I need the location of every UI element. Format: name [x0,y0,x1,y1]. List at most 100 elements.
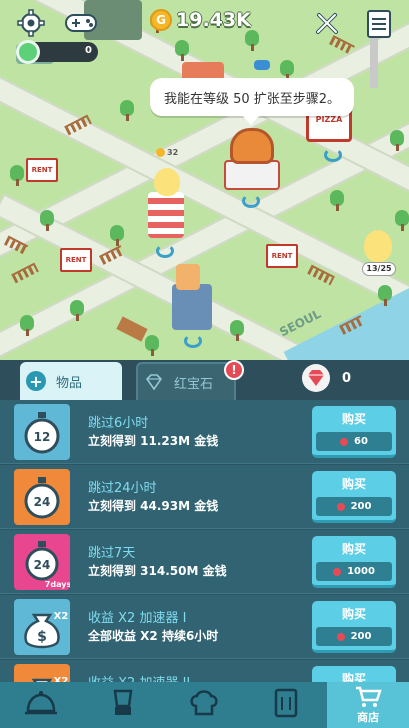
buy-label: 购买 [341,607,366,621]
coin-icon [156,148,165,157]
gamepad-icon[interactable] [64,8,98,38]
level-icon [16,40,40,64]
item-desc: 立刻得到 11.23M 金钱 [88,434,219,448]
price-tag: 1000 [316,562,392,581]
item-desc: 立刻得到 314.50M 金钱 [88,564,227,578]
list-item: 24 跳过24小时 立刻得到 44.93M 金钱 购买 200 [0,465,409,529]
game-screen: RENT RENT RENT PIZZA 32 SEOUL 我能在等级 50 扩… [0,0,409,728]
svg-text:$: $ [37,629,47,645]
rent-sign[interactable]: RENT [266,244,298,268]
level-bar[interactable]: 0 [16,40,98,64]
price-value: 200 [350,631,372,642]
tree [20,315,34,337]
hint-bubble: 我能在等级 50 扩张至步骤2。 [150,78,354,125]
svg-text:12: 12 [34,430,51,444]
money-bag-x2-icon: $ X2 [14,599,70,655]
gear-icon[interactable] [16,8,46,38]
tab-gems-label: 红宝石 [174,376,214,392]
robot-restaurant[interactable] [172,284,212,330]
price-value: 60 [354,436,368,447]
buy-button[interactable]: 购买 1000 [312,536,396,588]
coin-indicator[interactable]: 32 [156,148,178,157]
chick-icon [364,230,392,262]
nav-restaurant[interactable] [0,682,82,728]
upgrade-ring[interactable] [324,148,342,162]
price-value: 1000 [347,566,375,577]
fence [11,262,39,284]
gem-count: 0 [342,370,352,386]
nav-shop[interactable]: 商店 [327,682,409,728]
ruby-icon [302,364,330,392]
stopwatch-7days-icon: 24 7days [14,534,70,590]
car [254,60,270,70]
stopwatch-24-icon: 24 [14,469,70,525]
tree [390,130,404,152]
tab-gems[interactable]: 红宝石 [136,362,236,400]
tree [10,165,24,187]
tree [330,190,344,212]
tab-items[interactable]: + 物品 [20,362,122,400]
tree [110,225,124,247]
item-title: 跳过24小时 [88,481,157,496]
tree [70,300,84,322]
coin-balance: 19.43K [176,9,251,31]
svg-text:X2: X2 [54,611,69,622]
rent-sign[interactable]: RENT [26,158,58,182]
nav-chef[interactable] [164,682,246,728]
bottom-nav: 商店 [0,682,409,728]
toast-icon [176,264,200,290]
nav-kitchen[interactable] [82,682,164,728]
buy-button[interactable]: 购买 200 [312,601,396,653]
cloche-icon [24,689,58,721]
list-item: 24 7days 跳过7天 立刻得到 314.50M 金钱 购买 1000 [0,530,409,594]
price-tag: 200 [316,627,392,646]
svg-text:24: 24 [34,495,51,509]
tree [120,100,134,122]
burger-restaurant[interactable] [224,160,280,190]
buy-label: 购买 [341,477,366,491]
item-title: 跳过7天 [88,546,136,561]
buy-button[interactable]: 购买 [312,666,396,682]
item-title: 收益 X2 加速器 I [88,611,187,626]
nav-shop-label: 商店 [357,711,380,724]
hammer-wrench-icon[interactable] [312,8,342,38]
coin-counter: G 19.43K [150,6,251,34]
shop-tabs: + 物品 红宝石 ! 0 [0,360,409,400]
coin-icon: G [150,9,172,31]
price-tag: 60 [316,432,392,451]
buy-label: 购买 [341,412,366,426]
chick-counter[interactable]: 13/25 [358,230,398,276]
ruby-icon [336,632,345,641]
upgrade-ring[interactable] [184,334,202,348]
stopwatch-12-icon: 12 [14,404,70,460]
list-item: 12 跳过6小时 立刻得到 11.23M 金钱 购买 60 [0,400,409,464]
rent-sign[interactable]: RENT [60,248,92,272]
buy-button[interactable]: 购买 200 [312,471,396,523]
shop-list[interactable]: 12 跳过6小时 立刻得到 11.23M 金钱 购买 60 24 跳过24小时 … [0,400,409,682]
tree [230,320,244,342]
pizza-sign: PIZZA [315,115,343,124]
item-title: 收益 X2 加速器 II [88,672,190,682]
chick-icon [154,168,180,196]
upgrade-ring[interactable] [156,244,174,258]
buy-button[interactable]: 购买 60 [312,406,396,458]
diamond-icon [144,372,164,392]
svg-text:24: 24 [34,558,51,572]
top-hud: G 19.43K [0,0,409,46]
tree [145,335,159,357]
item-title: 跳过6小时 [88,416,149,431]
item-desc: 全部收益 X2 持续6小时 [88,629,219,643]
clipboard-icon[interactable] [364,8,394,38]
city-map[interactable]: RENT RENT RENT PIZZA 32 SEOUL 我能在等级 50 扩… [0,0,409,360]
burger-icon [230,128,274,164]
alert-badge: ! [224,360,244,380]
chick-count: 13/25 [362,262,396,276]
egg-restaurant[interactable] [148,192,184,238]
coin-indicator-value: 32 [167,148,179,157]
buy-label: 购买 [341,542,366,556]
upgrade-ring[interactable] [242,194,260,208]
gem-counter: 0 [302,364,351,392]
nav-menu[interactable] [245,682,327,728]
list-item: $ X2 收益 X2 加速器 I 全部收益 X2 持续6小时 购买 200 [0,595,409,659]
ruby-icon [333,567,342,576]
